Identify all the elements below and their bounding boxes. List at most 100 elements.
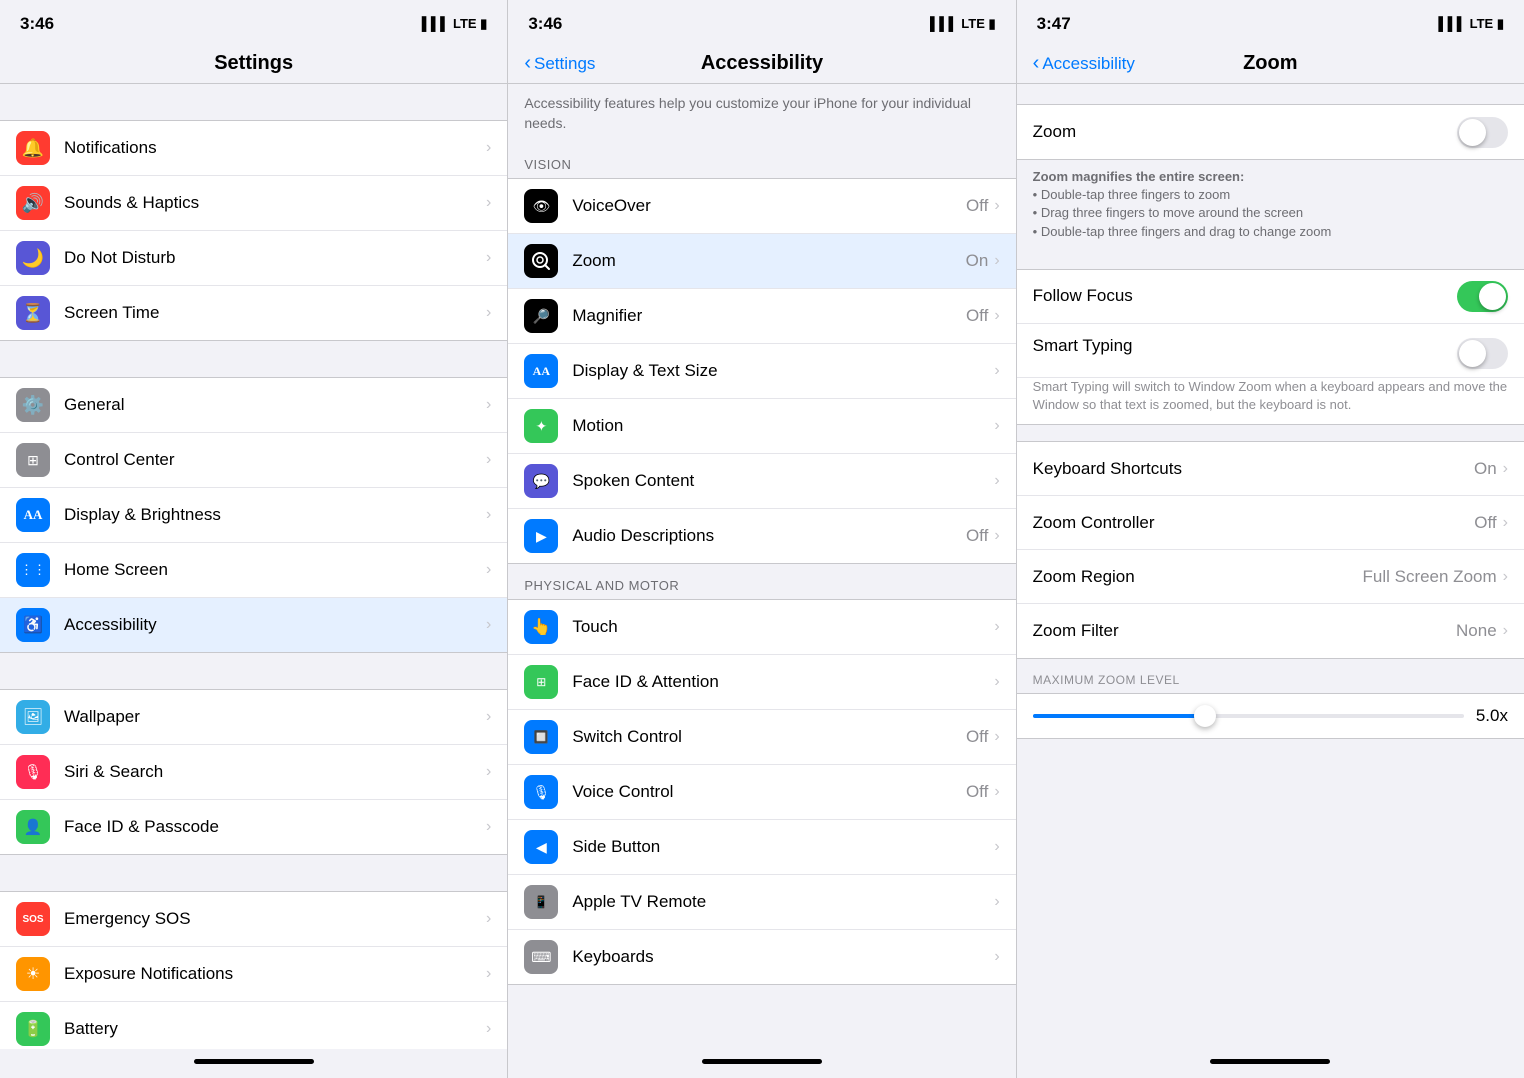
smart-typing-label: Smart Typing — [1033, 336, 1445, 356]
row-keyboard-shortcuts[interactable]: Keyboard Shortcuts On › — [1017, 442, 1524, 496]
back-label-2: Settings — [534, 54, 595, 74]
face-id-passcode-label: Face ID & Passcode — [64, 817, 486, 837]
row-switch-control[interactable]: 🔲 Switch Control Off › — [508, 710, 1015, 765]
row-follow-focus: Follow Focus — [1017, 270, 1524, 324]
display-text-label: Display & Text Size — [572, 361, 994, 381]
exposure-label: Exposure Notifications — [64, 964, 486, 984]
dnd-icon: 🌙 — [16, 241, 50, 275]
row-magnifier[interactable]: 🔎 Magnifier Off › — [508, 289, 1015, 344]
motion-label: Motion — [572, 416, 994, 436]
row-zoom[interactable]: Zoom On › — [508, 234, 1015, 289]
time-1: 3:46 — [20, 14, 54, 34]
back-button-2[interactable]: ‹ Settings — [524, 52, 595, 75]
follow-focus-thumb — [1479, 283, 1506, 310]
section-label-vision: VISION — [508, 143, 1015, 178]
display-text-icon: AA — [524, 354, 558, 388]
row-spoken-content[interactable]: 💬 Spoken Content › — [508, 454, 1015, 509]
switch-control-icon: 🔲 — [524, 720, 558, 754]
row-wallpaper[interactable]: 🖼 Wallpaper › — [0, 690, 507, 745]
switch-control-label: Switch Control — [572, 727, 966, 747]
row-emergency-sos[interactable]: SOS Emergency SOS › — [0, 892, 507, 947]
group-4: SOS Emergency SOS › ☀ Exposure Notificat… — [0, 891, 507, 1049]
zoom-desc-list: Double-tap three fingers to zoom Drag th… — [1033, 186, 1508, 241]
keyboard-shortcuts-value: On — [1474, 459, 1497, 479]
zoom-desc-title: Zoom magnifies the entire screen: — [1033, 169, 1245, 184]
row-touch[interactable]: 👆 Touch › — [508, 600, 1015, 655]
general-label: General — [64, 395, 486, 415]
panel-settings: 3:46 ▌▌▌ LTE ▮ Settings 🔔 Notifications … — [0, 0, 508, 1078]
side-button-icon: ◀ — [524, 830, 558, 864]
zoom-main-toggle[interactable] — [1457, 117, 1508, 148]
zoom-desc: Zoom magnifies the entire screen: Double… — [1017, 160, 1524, 253]
spoken-content-label: Spoken Content — [572, 471, 994, 491]
zoom-slider-row: 5.0x — [1017, 694, 1524, 738]
row-voiceover[interactable]: 👁 VoiceOver Off › — [508, 179, 1015, 234]
notifications-label: Notifications — [64, 138, 486, 158]
magnifier-value: Off — [966, 306, 988, 326]
row-face-id-passcode[interactable]: 👤 Face ID & Passcode › — [0, 800, 507, 854]
row-zoom-region[interactable]: Zoom Region Full Screen Zoom › — [1017, 550, 1524, 604]
follow-focus-toggle[interactable] — [1457, 281, 1508, 312]
magnifier-label: Magnifier — [572, 306, 966, 326]
follow-focus-label: Follow Focus — [1033, 286, 1457, 306]
zoom-main-thumb — [1459, 119, 1486, 146]
row-voice-control[interactable]: 🎙 Voice Control Off › — [508, 765, 1015, 820]
row-control-center[interactable]: ⊞ Control Center › — [0, 433, 507, 488]
row-zoom-filter[interactable]: Zoom Filter None › — [1017, 604, 1524, 658]
group-zoom-level: 5.0x — [1017, 693, 1524, 739]
home-bar-1 — [194, 1059, 314, 1064]
row-exposure[interactable]: ☀ Exposure Notifications › — [0, 947, 507, 1002]
gap-1 — [0, 84, 507, 120]
home-bar-3 — [1210, 1059, 1330, 1064]
row-sounds[interactable]: 🔊 Sounds & Haptics › — [0, 176, 507, 231]
row-zoom-main: Zoom — [1017, 105, 1524, 159]
gap-3 — [0, 653, 507, 689]
zoom-value: On — [966, 251, 989, 271]
keyboards-icon: ⌨ — [524, 940, 558, 974]
home-bar-2 — [702, 1059, 822, 1064]
home-indicator-2 — [508, 1049, 1015, 1078]
zoom-bullet-3: Double-tap three fingers and drag to cha… — [1033, 223, 1508, 241]
touch-label: Touch — [572, 617, 994, 637]
row-notifications[interactable]: 🔔 Notifications › — [0, 121, 507, 176]
row-keyboards[interactable]: ⌨ Keyboards › — [508, 930, 1015, 984]
row-accessibility[interactable]: ♿ Accessibility › — [0, 598, 507, 652]
accessibility-description: Accessibility features help you customiz… — [508, 84, 1015, 143]
row-do-not-disturb[interactable]: 🌙 Do Not Disturb › — [0, 231, 507, 286]
row-general[interactable]: ⚙️ General › — [0, 378, 507, 433]
zoom-region-label: Zoom Region — [1033, 567, 1363, 587]
zoom-slider-track[interactable] — [1033, 714, 1464, 718]
row-display[interactable]: AA Display & Brightness › — [0, 488, 507, 543]
row-home-screen[interactable]: ⋮⋮ Home Screen › — [0, 543, 507, 598]
row-face-id-att[interactable]: ⊞ Face ID & Attention › — [508, 655, 1015, 710]
signal-icons-2: ▌▌▌ LTE ▮ — [930, 16, 996, 32]
gap-z3 — [1017, 425, 1524, 441]
motion-icon: ✦ — [524, 409, 558, 443]
smart-typing-toggle[interactable] — [1457, 338, 1508, 369]
wallpaper-icon: 🖼 — [16, 700, 50, 734]
row-screen-time[interactable]: ⏳ Screen Time › — [0, 286, 507, 340]
row-motion[interactable]: ✦ Motion › — [508, 399, 1015, 454]
zoom-filter-value: None — [1456, 621, 1497, 641]
smart-typing-thumb — [1459, 340, 1486, 367]
back-button-3[interactable]: ‹ Accessibility — [1033, 52, 1135, 75]
zoom-bullet-2: Drag three fingers to move around the sc… — [1033, 204, 1508, 222]
face-id-att-icon: ⊞ — [524, 665, 558, 699]
row-side-button[interactable]: ◀ Side Button › — [508, 820, 1015, 875]
row-audio-desc[interactable]: ▶ Audio Descriptions Off › — [508, 509, 1015, 563]
row-display-text[interactable]: AA Display & Text Size › — [508, 344, 1015, 399]
row-zoom-controller[interactable]: Zoom Controller Off › — [1017, 496, 1524, 550]
time-3: 3:47 — [1037, 14, 1071, 34]
row-apple-tv[interactable]: 📱 Apple TV Remote › — [508, 875, 1015, 930]
home-screen-icon: ⋮⋮ — [16, 553, 50, 587]
exposure-icon: ☀ — [16, 957, 50, 991]
voiceover-icon: 👁 — [524, 189, 558, 223]
display-label: Display & Brightness — [64, 505, 486, 525]
row-siri[interactable]: 🎙 Siri & Search › — [0, 745, 507, 800]
touch-icon: 👆 — [524, 610, 558, 644]
signal-icons-3: ▌▌▌ LTE ▮ — [1438, 16, 1504, 32]
zoom-region-value: Full Screen Zoom — [1362, 567, 1496, 587]
zoom-label: Zoom — [572, 251, 965, 271]
control-center-icon: ⊞ — [16, 443, 50, 477]
row-battery[interactable]: 🔋 Battery › — [0, 1002, 507, 1049]
